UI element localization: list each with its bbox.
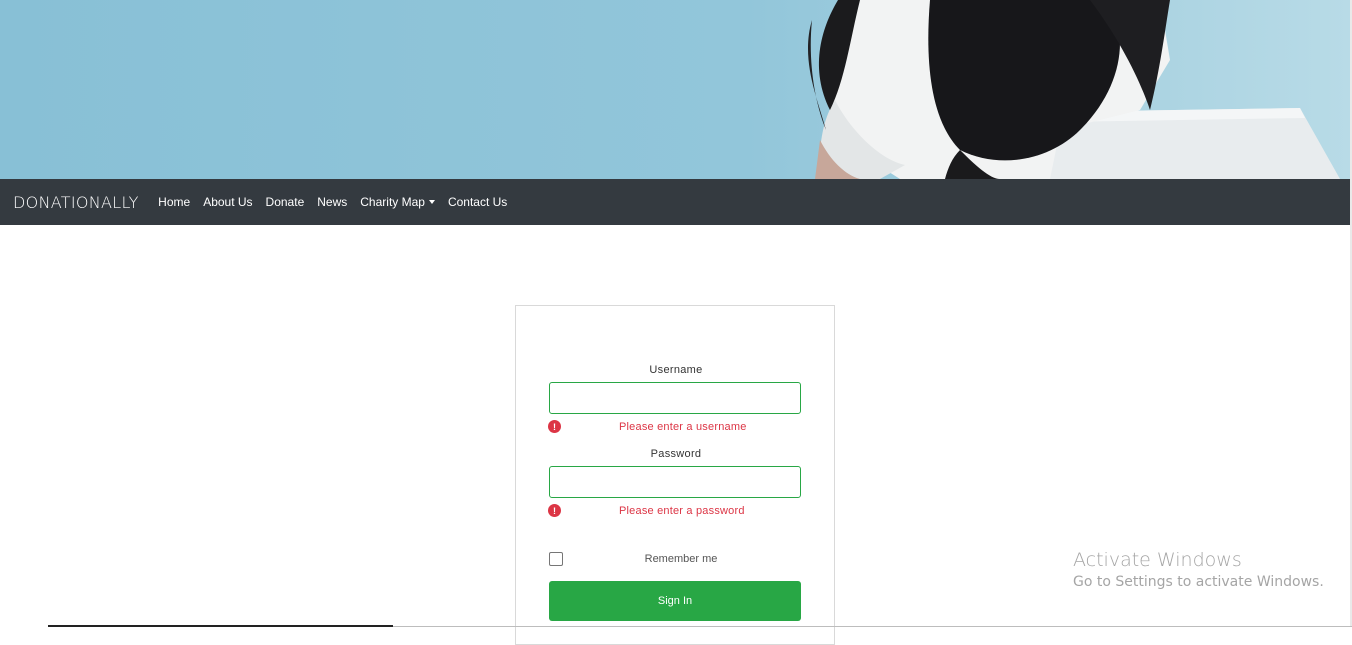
password-error-message: Please enter a password (619, 505, 745, 517)
error-icon: ! (548, 420, 561, 433)
username-label: Username (649, 364, 703, 376)
username-input[interactable] (549, 382, 801, 414)
username-error-message: Please enter a username (619, 421, 747, 433)
nav-link-about-us[interactable]: About Us (197, 195, 259, 209)
login-card: Username ! Please enter a username Passw… (515, 305, 835, 645)
error-icon: ! (548, 504, 561, 517)
sign-in-button[interactable]: Sign In (549, 581, 801, 621)
windows-activation-watermark: Activate Windows Go to Settings to activ… (1073, 549, 1324, 590)
nav-link-donate[interactable]: Donate (259, 195, 311, 209)
password-input[interactable] (549, 466, 801, 498)
nav-link-charity-map[interactable]: Charity Map (354, 195, 442, 209)
brand-logo[interactable]: DONATIONALLY (13, 193, 139, 212)
nav-link-news[interactable]: News (311, 195, 354, 209)
remember-me-label: Remember me (644, 553, 718, 565)
password-label: Password (650, 448, 702, 460)
nav-link-charity-map-label: Charity Map (360, 195, 425, 209)
hero-banner-image (0, 0, 1352, 179)
nav-link-contact-us[interactable]: Contact Us (441, 195, 513, 209)
watermark-title: Activate Windows (1073, 549, 1242, 571)
chevron-down-icon (428, 200, 435, 204)
remember-me-checkbox[interactable] (549, 552, 563, 566)
main-navbar: DONATIONALLY Home About Us Donate News C… (0, 179, 1352, 225)
watermark-subtitle: Go to Settings to activate Windows. (1073, 574, 1324, 590)
nav-link-home[interactable]: Home (152, 195, 197, 209)
